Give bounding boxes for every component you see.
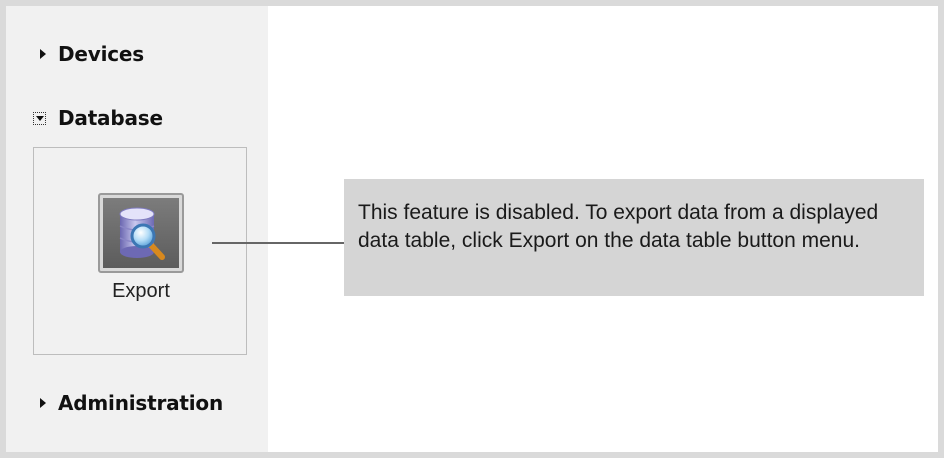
section-devices-label: Devices (58, 42, 144, 66)
expanded-arrow-icon (33, 111, 46, 125)
screenshot-frame: Devices Database Export Administration T… (6, 6, 938, 452)
section-database-label: Database (58, 106, 163, 130)
section-database[interactable]: Database (32, 103, 163, 133)
database-panel: Export (33, 147, 247, 355)
section-administration[interactable]: Administration (32, 388, 223, 418)
section-devices[interactable]: Devices (32, 39, 144, 69)
sidebar: Devices Database Export Administration (6, 6, 268, 452)
collapsed-arrow-icon (40, 398, 46, 408)
disabled-feature-callout: This feature is disabled. To export data… (344, 179, 924, 296)
export-icon-frame[interactable] (98, 193, 184, 273)
export-label: Export (112, 280, 170, 302)
section-administration-label: Administration (58, 391, 224, 415)
export-button[interactable]: Export (97, 193, 185, 303)
collapsed-arrow-icon (40, 49, 46, 59)
database-search-icon (119, 207, 165, 260)
callout-connector-line (212, 242, 344, 244)
